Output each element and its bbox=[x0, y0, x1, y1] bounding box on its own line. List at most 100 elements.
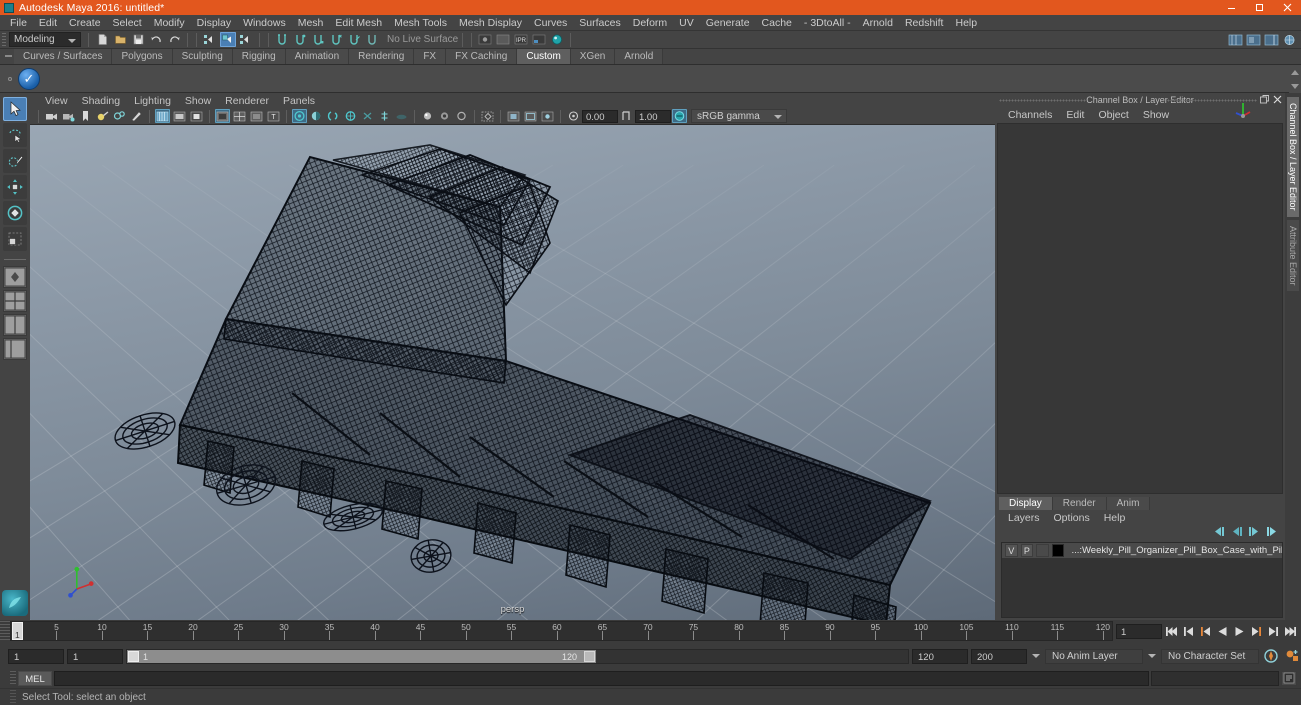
render-view-icon[interactable] bbox=[549, 32, 565, 47]
xray-active-components-icon[interactable] bbox=[454, 109, 469, 123]
save-scene-icon[interactable] bbox=[130, 32, 146, 47]
snap-to-curve-icon[interactable] bbox=[292, 32, 308, 47]
snap-to-grid-icon[interactable] bbox=[274, 32, 290, 47]
exposure-icon[interactable] bbox=[566, 109, 581, 123]
menu-file[interactable]: File bbox=[4, 15, 33, 31]
smooth-shade-all-icon[interactable] bbox=[172, 109, 187, 123]
shelf-tab-animation[interactable]: Animation bbox=[285, 49, 350, 64]
menu-surfaces[interactable]: Surfaces bbox=[573, 15, 626, 31]
bookmark-icon[interactable] bbox=[78, 109, 93, 123]
rotate-tool[interactable] bbox=[3, 201, 27, 225]
resolution-gate-icon[interactable] bbox=[523, 109, 538, 123]
grid-toggle-icon[interactable] bbox=[480, 109, 495, 123]
show-hide-channel-box-icon[interactable] bbox=[1281, 32, 1297, 47]
grease-pencil-icon[interactable] bbox=[129, 109, 144, 123]
use-default-material-icon[interactable] bbox=[215, 109, 230, 123]
two-d-pan-zoom-icon[interactable] bbox=[112, 109, 127, 123]
tab-anim[interactable]: Anim bbox=[1106, 497, 1151, 510]
film-gate-icon[interactable] bbox=[506, 109, 521, 123]
menu-mesh-display[interactable]: Mesh Display bbox=[453, 15, 528, 31]
menu-generate[interactable]: Generate bbox=[700, 15, 756, 31]
wireframe-shading-icon[interactable] bbox=[155, 109, 170, 123]
layer-menu-options[interactable]: Options bbox=[1047, 512, 1097, 524]
shelf-grip[interactable] bbox=[2, 48, 14, 64]
xray-joints-icon[interactable] bbox=[437, 109, 452, 123]
current-frame-field[interactable]: 1 bbox=[1116, 623, 1162, 639]
gate-mask-icon[interactable] bbox=[540, 109, 555, 123]
next-key-button[interactable] bbox=[1249, 623, 1264, 639]
layer-name[interactable]: ...:Weekly_Pill_Organizer_Pill_Box_Case_… bbox=[1071, 545, 1282, 556]
image-plane-icon[interactable] bbox=[95, 109, 110, 123]
channel-box-list[interactable] bbox=[997, 103, 1283, 494]
layer-menu-help[interactable]: Help bbox=[1097, 512, 1133, 524]
previous-key-button[interactable] bbox=[1198, 623, 1213, 639]
menu-select[interactable]: Select bbox=[107, 15, 148, 31]
animation-start-time-field[interactable]: 1 bbox=[8, 648, 64, 664]
anim-layer-dropdown-arrow[interactable] bbox=[1030, 649, 1042, 664]
menu-modify[interactable]: Modify bbox=[148, 15, 191, 31]
pill-organizer-wireframe-model[interactable] bbox=[30, 125, 990, 620]
create-layer-from-selected-icon[interactable] bbox=[1266, 526, 1279, 540]
menu-arnold[interactable]: Arnold bbox=[857, 15, 899, 31]
use-all-lights-icon[interactable] bbox=[292, 109, 307, 123]
tab-display[interactable]: Display bbox=[999, 497, 1053, 510]
select-tool[interactable] bbox=[3, 97, 27, 121]
select-by-object-icon[interactable] bbox=[220, 32, 236, 47]
layer-playback-toggle[interactable]: P bbox=[1020, 544, 1034, 557]
viewport-menu-renderer[interactable]: Renderer bbox=[218, 95, 276, 107]
select-camera-icon[interactable] bbox=[44, 109, 59, 123]
shelf-tab-fx-caching[interactable]: FX Caching bbox=[446, 49, 518, 64]
xray-icon[interactable] bbox=[420, 109, 435, 123]
tab-render[interactable]: Render bbox=[1052, 497, 1107, 510]
channel-box-menu-show[interactable]: Show bbox=[1136, 109, 1176, 121]
ipr-render-icon[interactable] bbox=[495, 32, 511, 47]
show-hide-modeling-toolkit-icon[interactable] bbox=[1227, 32, 1243, 47]
snap-to-view-plane-icon[interactable] bbox=[346, 32, 362, 47]
anim-layer-selector[interactable]: No Anim Layer bbox=[1045, 648, 1143, 664]
maximize-button[interactable] bbox=[1245, 0, 1273, 15]
move-layer-down-icon[interactable] bbox=[1230, 526, 1243, 540]
select-by-hierarchy-icon[interactable] bbox=[202, 32, 218, 47]
menu-3dtoall[interactable]: - 3DtoAll - bbox=[798, 15, 857, 31]
shelf-tab-arnold[interactable]: Arnold bbox=[615, 49, 664, 64]
screen-space-ao-icon[interactable] bbox=[326, 109, 341, 123]
smooth-shade-selected-icon[interactable] bbox=[189, 109, 204, 123]
new-scene-icon[interactable] bbox=[94, 32, 110, 47]
layer-menu-layers[interactable]: Layers bbox=[1001, 512, 1047, 524]
paint-select-tool[interactable] bbox=[3, 149, 27, 173]
playback-end-time-field[interactable]: 120 bbox=[912, 648, 968, 664]
animation-end-time-field[interactable]: 200 bbox=[971, 648, 1027, 664]
open-scene-icon[interactable] bbox=[112, 32, 128, 47]
display-layer-list[interactable]: V P ...:Weekly_Pill_Organizer_Pill_Box_C… bbox=[1001, 542, 1283, 618]
color-space-selector[interactable]: sRGB gamma bbox=[691, 109, 787, 123]
menu-deform[interactable]: Deform bbox=[627, 15, 673, 31]
vertical-tab-attribute-editor[interactable]: Attribute Editor bbox=[1287, 219, 1299, 292]
exposure-value-input[interactable]: 0.00 bbox=[582, 109, 618, 123]
perspective-viewport[interactable]: persp bbox=[30, 125, 995, 620]
time-slider-track[interactable]: 1 5 10 15 20 25 30 35 40 45 50 55 60 65 70 75 80 85 90 95 1… bbox=[10, 621, 1113, 641]
show-hide-attribute-editor-icon[interactable] bbox=[1245, 32, 1261, 47]
menu-windows[interactable]: Windows bbox=[237, 15, 292, 31]
menu-cache[interactable]: Cache bbox=[756, 15, 798, 31]
menu-edit-mesh[interactable]: Edit Mesh bbox=[329, 15, 388, 31]
scale-tool[interactable] bbox=[3, 227, 27, 251]
status-line-grip[interactable] bbox=[2, 32, 6, 47]
depth-of-field-icon[interactable] bbox=[377, 109, 392, 123]
minimize-button[interactable] bbox=[1217, 0, 1245, 15]
single-pane-layout[interactable] bbox=[3, 266, 27, 288]
auto-keyframe-icon[interactable] bbox=[1262, 648, 1280, 665]
time-slider-grip[interactable] bbox=[0, 621, 10, 641]
shelf-tab-sculpting[interactable]: Sculpting bbox=[172, 49, 233, 64]
go-to-end-button[interactable] bbox=[1283, 623, 1298, 639]
viewport-menu-panels[interactable]: Panels bbox=[276, 95, 322, 107]
text-overlay-icon[interactable]: T bbox=[266, 109, 281, 123]
command-language-button[interactable]: MEL bbox=[18, 670, 52, 686]
two-pane-side-layout[interactable] bbox=[3, 314, 27, 336]
maya-paint-effects-icon[interactable] bbox=[2, 590, 28, 616]
move-layer-up-icon[interactable] bbox=[1212, 526, 1225, 540]
layer-visibility-toggle[interactable]: V bbox=[1005, 544, 1018, 557]
lasso-tool[interactable] bbox=[3, 123, 27, 147]
undo-icon[interactable] bbox=[148, 32, 164, 47]
menu-curves[interactable]: Curves bbox=[528, 15, 573, 31]
menu-redshift[interactable]: Redshift bbox=[899, 15, 950, 31]
